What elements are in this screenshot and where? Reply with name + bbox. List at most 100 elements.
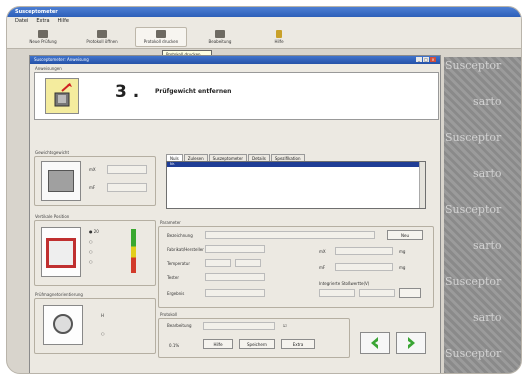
temperatur-field[interactable] <box>205 259 231 267</box>
new-button[interactable]: Neu <box>387 230 423 240</box>
vertical-position-label: Vertikale Position <box>35 214 70 219</box>
integer-label: Integrierte Stoßwertte(V) <box>319 281 370 286</box>
help-label: Hilfe <box>274 39 284 44</box>
tester-field[interactable] <box>205 273 265 281</box>
temperatur-label: Temperatur <box>167 261 190 266</box>
mf-param-field[interactable] <box>335 263 393 271</box>
list-scrollbar[interactable] <box>419 162 425 208</box>
toolbar: Neue Prüfung Protokoll öffnen Protokoll … <box>7 25 521 49</box>
vertical-position-group: ● 20 ○ ○ ○ <box>34 220 156 286</box>
mg-label: mg <box>399 265 406 270</box>
arrow-right-icon <box>408 337 415 349</box>
watermark-text: Susceptor <box>445 203 502 216</box>
help-protocol-button[interactable]: Hilfe <box>203 339 233 349</box>
fabrikat-label: Fabrikat/Hersteller <box>167 247 204 252</box>
progress-label: 0.1% <box>169 343 180 348</box>
parameters-group: Bezeichnung Neu Fabrikat/Hersteller Temp… <box>158 226 434 308</box>
step-text: Prüfgewicht entfernen <box>155 88 232 95</box>
child-titlebar: Susceptometer: Anweisung _ □ × <box>30 56 440 64</box>
new-icon <box>38 30 48 38</box>
temperatur-unit-field[interactable] <box>235 259 261 267</box>
instructions-label: Anweisungen <box>35 66 62 71</box>
save-protocol-button[interactable]: Speichern <box>239 339 275 349</box>
radio-option[interactable]: ○ <box>89 249 93 254</box>
open-protocol-button[interactable]: Protokoll öffnen <box>76 27 128 47</box>
instruction-window: Susceptometer: Anweisung _ □ × Anweisung… <box>29 55 441 373</box>
tester-label: Tester <box>167 275 179 280</box>
help-icon <box>276 30 282 38</box>
integer-field-2[interactable] <box>359 289 395 297</box>
previous-button[interactable] <box>360 332 390 354</box>
radio-h[interactable]: H <box>101 313 104 318</box>
balance-icon <box>41 161 81 201</box>
watermark-text: sarto <box>473 239 502 252</box>
mf-unit-label: mF <box>319 265 326 270</box>
edit-label: Beabeitung <box>208 39 232 44</box>
open-icon <box>97 30 107 38</box>
level-indicator <box>131 229 136 273</box>
fabrikat-field[interactable] <box>205 245 265 253</box>
weight-section-label: Gewichtsgewicht <box>35 150 70 155</box>
bearbeitung-label: Bearbeitung <box>167 323 192 328</box>
watermark-text: sarto <box>473 95 502 108</box>
protocol-label: Protokoll <box>160 312 178 317</box>
new-test-button[interactable]: Neue Prüfung <box>17 27 69 47</box>
menu-datei[interactable]: Datei <box>15 18 28 24</box>
measurement-list[interactable]: Nr. <box>166 161 426 209</box>
watermark-text: Susceptor <box>445 59 502 72</box>
mg-label: mg <box>399 249 406 254</box>
maximize-icon[interactable]: □ <box>423 57 429 62</box>
help-button[interactable]: Hilfe <box>253 27 305 47</box>
window-buttons: _ □ × <box>416 57 436 63</box>
step-number: 3 . <box>115 82 140 102</box>
parameters-label: Parameter <box>160 220 181 225</box>
print-protocol-button[interactable]: Protokoll drucken <box>135 27 187 47</box>
bezeichnung-field[interactable] <box>205 231 375 239</box>
bearbeitung-field[interactable] <box>203 322 275 330</box>
mx-field <box>107 165 147 174</box>
radio-option[interactable]: ○ <box>89 259 93 264</box>
mx-param-field[interactable] <box>335 247 393 255</box>
app-window: Susceptometer Datei Extra Hilfe Neue Prü… <box>6 6 522 374</box>
watermark-text: Susceptor <box>445 275 502 288</box>
magnet-orientation-label: Prüfmagnetorientierung <box>35 292 83 297</box>
checkbox-option[interactable]: ☑ <box>283 323 287 328</box>
device-icon <box>41 227 81 277</box>
mx-unit-label: mX <box>319 249 326 254</box>
protocol-group: Bearbeitung ☑ 0.1% Hilfe Speichern Extra <box>158 318 350 358</box>
radio-option[interactable]: ○ <box>89 239 93 244</box>
ergebnis-label: Ergebnis <box>167 291 185 296</box>
mf-label: mF <box>89 185 96 190</box>
minimize-icon[interactable]: _ <box>416 57 422 62</box>
remove-weight-icon <box>45 78 79 114</box>
menu-bar: Datei Extra Hilfe <box>7 17 521 25</box>
radio-option[interactable]: ○ <box>101 331 105 336</box>
magnet-orientation-group: H ○ <box>34 298 156 354</box>
ergebnis-field[interactable] <box>205 289 265 297</box>
integer-button[interactable] <box>399 288 421 298</box>
watermark-text: sarto <box>473 311 502 324</box>
print-protocol-label: Protokoll drucken <box>143 39 179 44</box>
instruction-box: 3 . Prüfgewicht entfernen <box>34 72 439 120</box>
watermark-text: sarto <box>473 167 502 180</box>
weight-group: mX mF <box>34 156 156 206</box>
list-item[interactable] <box>167 182 425 187</box>
menu-hilfe[interactable]: Hilfe <box>58 18 69 24</box>
bezeichnung-label: Bezeichnung <box>167 233 193 238</box>
watermark-text: Susceptor <box>445 347 502 360</box>
mx-label: mX <box>89 167 96 172</box>
magnet-icon <box>43 305 83 345</box>
next-button[interactable] <box>396 332 426 354</box>
extra-button[interactable]: Extra <box>281 339 315 349</box>
open-protocol-label: Protokoll öffnen <box>86 39 118 44</box>
arrow-left-icon <box>371 337 378 349</box>
radio-option[interactable]: ● 20 <box>89 229 99 234</box>
integer-field-1[interactable] <box>319 289 355 297</box>
print-icon <box>156 30 166 38</box>
mf-field <box>107 183 147 192</box>
close-icon[interactable]: × <box>430 57 436 62</box>
menu-extra[interactable]: Extra <box>36 18 49 24</box>
edit-icon <box>215 30 225 38</box>
child-title: Susceptometer: Anweisung <box>34 57 89 62</box>
edit-button[interactable]: Beabeitung <box>194 27 246 47</box>
